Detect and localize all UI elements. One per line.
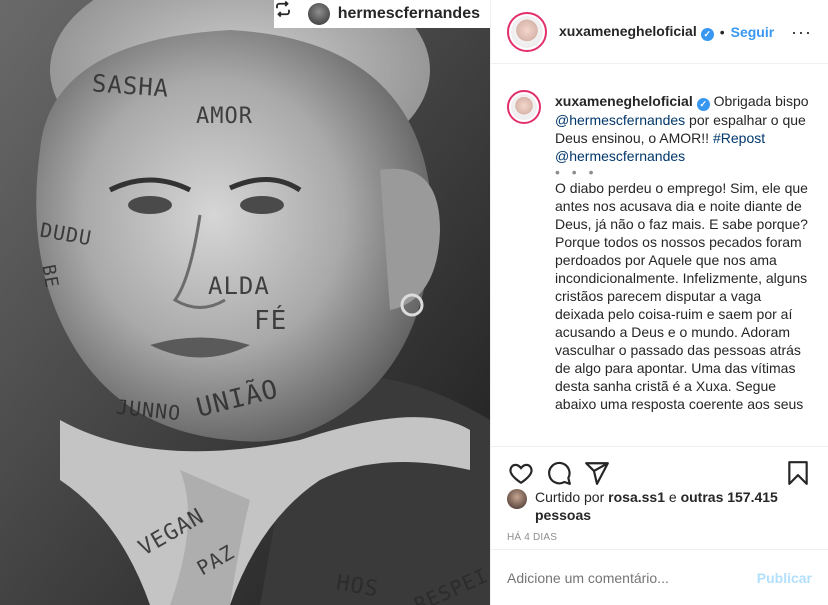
caption-text: Obrigada bispo <box>713 93 809 109</box>
face-word: ALDA <box>208 272 270 300</box>
liker-username[interactable]: rosa.ss1 <box>608 489 665 505</box>
hashtag-link[interactable]: #Repost <box>713 130 765 146</box>
heart-icon[interactable] <box>507 459 535 487</box>
username-text[interactable]: xuxamenegheloficial <box>559 23 697 39</box>
post-header: xuxamenegheloficial ✓ • Seguir ··· <box>491 0 828 64</box>
portrait-illustration <box>0 0 490 605</box>
caption-username[interactable]: xuxamenegheloficial <box>555 93 693 109</box>
verified-badge-icon: ✓ <box>696 97 710 111</box>
likes-text: Curtido por rosa.ss1 e outras 157.415 pe… <box>535 488 812 524</box>
share-icon[interactable] <box>583 459 611 487</box>
mention-link[interactable]: @hermescfernandes <box>555 112 685 128</box>
more-options-icon[interactable]: ··· <box>791 23 812 41</box>
verified-badge-icon: ✓ <box>700 27 714 41</box>
bookmark-icon[interactable] <box>784 459 812 487</box>
header-username[interactable]: xuxamenegheloficial ✓ <box>559 23 714 41</box>
likes-middle: e <box>664 489 681 505</box>
mention-link[interactable]: @hermescfernandes <box>555 148 685 164</box>
avatar[interactable] <box>507 489 527 509</box>
avatar[interactable] <box>507 11 547 52</box>
comment-input[interactable] <box>507 569 757 586</box>
add-comment-bar: Publicar <box>491 549 828 605</box>
likes-summary: Curtido por rosa.ss1 e outras 157.415 pe… <box>507 488 812 524</box>
comment-icon[interactable] <box>545 459 573 487</box>
likes-prefix: Curtido por <box>535 489 609 505</box>
action-bar <box>491 446 828 490</box>
post-photo[interactable]: SASHA AMOR DUDU BE ALDA FÉ JUNNO UNIÃO V… <box>0 0 490 605</box>
caption: xuxamenegheloficial ✓ Obrigada bispo @her… <box>555 92 812 438</box>
avatar[interactable] <box>507 90 541 124</box>
publish-button[interactable]: Publicar <box>757 570 812 586</box>
separator: • <box>719 23 725 40</box>
follow-button[interactable]: Seguir <box>731 24 775 40</box>
post-timestamp[interactable]: HÁ 4 DIAS <box>507 532 557 543</box>
avatar[interactable] <box>307 3 330 25</box>
caption-body: O diabo perdeu o emprego! Sim, ele que a… <box>555 179 808 412</box>
face-word: BE <box>37 263 63 290</box>
caption-dots: • • • <box>555 163 598 180</box>
repost-username[interactable]: hermescfernandes <box>338 5 480 23</box>
post-sidebar: xuxamenegheloficial ✓ • Seguir ··· xuxame… <box>490 0 828 605</box>
repost-tag: hermescfernandes <box>273 0 490 28</box>
repost-icon <box>275 0 300 23</box>
caption-section: xuxamenegheloficial ✓ Obrigada bispo @her… <box>491 76 828 438</box>
face-word: FÉ <box>254 306 288 336</box>
face-word: AMOR <box>196 104 253 129</box>
face-word: SASHA <box>91 69 171 103</box>
